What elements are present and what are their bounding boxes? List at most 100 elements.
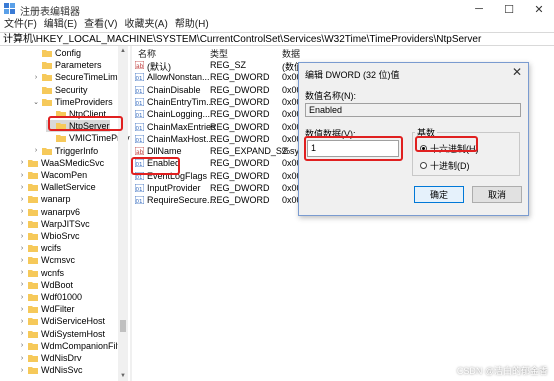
tree-item[interactable]: › wanarpv6 (18, 206, 80, 218)
expand-chevron-icon[interactable]: › (18, 269, 26, 276)
tree-item[interactable]: › WalletService (18, 181, 96, 193)
tree-item[interactable]: Security (32, 84, 88, 96)
expand-chevron-icon[interactable]: › (18, 184, 26, 191)
radio-empty-icon[interactable] (420, 162, 427, 169)
folder-icon (28, 330, 38, 338)
tree-item[interactable]: › wanarp (18, 193, 71, 205)
value-data: 0x00 (282, 121, 298, 132)
expand-chevron-icon[interactable]: › (18, 342, 26, 349)
value-row[interactable]: ab DllName REG_EXPAND_SZ %sy (134, 145, 298, 157)
tree-item[interactable]: ⌄ TimeProviders (32, 96, 113, 108)
value-row[interactable]: 01 RequireSecure...REG_DWORD 0x00 (134, 194, 298, 206)
tree-item[interactable]: › WdFilter (18, 303, 75, 315)
tree-item[interactable]: › Wcmsvc (18, 254, 75, 266)
tree-item[interactable]: › WarpJITSvc (18, 218, 90, 230)
address-bar[interactable]: 计算机\HKEY_LOCAL_MACHINE\SYSTEM\CurrentCon… (0, 32, 554, 46)
tree-item[interactable]: › WdiSystemHost (18, 328, 105, 340)
expand-chevron-icon[interactable]: › (18, 367, 26, 374)
tree-item[interactable]: › WaaSMedicSvc (18, 157, 104, 169)
expand-chevron-icon[interactable]: › (18, 318, 26, 325)
tree-item[interactable]: › WdNisSvc (18, 364, 83, 376)
menu-edit[interactable]: 编辑(E) (40, 18, 80, 32)
tree-item[interactable]: › wcifs (18, 242, 61, 254)
value-row[interactable]: 01 ChainEntryTim...REG_DWORD 0x00 (134, 96, 298, 108)
expand-chevron-icon[interactable]: › (18, 159, 26, 166)
tree-item-label: SecureTimeLimits (55, 72, 127, 83)
title-bar: 注册表编辑器 ─ ☐ ✕ (0, 0, 554, 18)
folder-icon (42, 74, 52, 82)
expand-chevron-icon[interactable]: › (18, 208, 26, 215)
expand-chevron-icon[interactable]: › (18, 245, 26, 252)
tree-item-label: WacomPen (41, 170, 88, 180)
value-name: ChainMaxEntries (147, 121, 216, 132)
pane-splitter[interactable] (130, 46, 132, 381)
expand-chevron-icon[interactable]: › (18, 196, 26, 203)
value-data: 0x00 (282, 195, 298, 206)
tree-item[interactable]: › Wdf01000 (18, 291, 82, 303)
tree-item[interactable]: › SecureTimeLimits (32, 71, 127, 83)
tree-item-label: WarpJITSvc (41, 218, 90, 229)
binary-value-icon: 01 (135, 122, 144, 131)
dialog-close-icon[interactable]: ✕ (512, 65, 522, 79)
menu-file[interactable]: 文件(F) (0, 18, 40, 32)
tree-item[interactable]: › wcnfs (18, 267, 64, 279)
value-name: ChainLogging... (147, 109, 211, 120)
expand-chevron-icon[interactable]: › (18, 257, 26, 264)
maximize-button[interactable]: ☐ (494, 0, 524, 18)
svg-text:01: 01 (136, 101, 143, 106)
scroll-up-icon[interactable]: ▲ (118, 46, 128, 56)
expand-chevron-icon[interactable]: › (18, 355, 26, 362)
expand-chevron-icon[interactable]: › (18, 281, 26, 288)
value-row[interactable]: 01 ChainDisable REG_DWORD 0x00 (134, 84, 298, 96)
expand-chevron-icon[interactable]: › (18, 294, 26, 301)
expand-chevron-icon[interactable]: › (18, 172, 26, 179)
expand-chevron-icon[interactable]: › (18, 330, 26, 337)
scrollbar-thumb[interactable] (120, 320, 126, 332)
menu-favorites[interactable]: 收藏夹(A) (120, 18, 170, 32)
tree-item[interactable]: › WdBoot (18, 279, 73, 291)
value-type: REG_SZ (210, 60, 247, 70)
value-row[interactable]: 01 ChainLogging...REG_DWORD 0x00 (134, 108, 298, 120)
tree-item[interactable]: Config (32, 47, 81, 59)
tree-item[interactable]: › WdNisDrv (18, 352, 82, 364)
expand-chevron-icon[interactable]: › (18, 233, 26, 240)
expand-chevron-icon[interactable]: › (18, 306, 26, 313)
value-row[interactable]: ab(默认)REG_SZ(数值 (134, 59, 298, 72)
folder-icon (28, 172, 38, 179)
tree-item[interactable]: › WdmCompanionFilt (18, 340, 120, 352)
value-row[interactable]: 01 ChainMaxHost...REG_DWORD 0x00 (134, 133, 298, 145)
expand-chevron-icon[interactable]: › (32, 74, 40, 81)
expand-chevron-icon[interactable]: › (18, 220, 26, 227)
menu-bar: 文件(F) 编辑(E) 查看(V) 收藏夹(A) 帮助(H) (0, 18, 554, 32)
tree-item[interactable]: › WbioSrvc (18, 230, 80, 242)
value-name-field: Enabled (305, 103, 521, 117)
tree-item[interactable]: › WacomPen (18, 169, 87, 181)
tree-item[interactable]: › WdiServiceHost (18, 315, 105, 327)
radix-dec-radio[interactable]: 十进制(D) (420, 159, 470, 172)
tree-item-label: Security (55, 84, 88, 95)
scroll-down-icon[interactable]: ▼ (118, 371, 128, 381)
ok-button[interactable]: 确定 (414, 186, 464, 203)
minimize-button[interactable]: ─ (464, 0, 494, 18)
expand-chevron-icon[interactable]: ⌄ (32, 98, 40, 106)
value-type: REG_DWORD (210, 158, 270, 169)
value-data: 0x00 (282, 170, 298, 181)
value-row[interactable]: 01 ChainMaxEntriesREG_DWORD 0x00 (134, 121, 298, 133)
tree-scrollbar[interactable]: ▲ ▼ (118, 46, 128, 381)
expand-chevron-icon[interactable]: › (32, 147, 40, 154)
cancel-button[interactable]: 取消 (472, 186, 522, 203)
value-row[interactable]: 01 AllowNonstan...REG_DWORD 0x00 (134, 71, 298, 83)
menu-help[interactable]: 帮助(H) (171, 18, 212, 32)
close-button[interactable]: ✕ (524, 0, 554, 18)
value-row[interactable]: 01 InputProvider REG_DWORD 0x00 (134, 182, 298, 194)
tree-item-label: WdmCompanionFilt (41, 340, 121, 351)
tree-item-label: Wdf01000 (41, 292, 83, 302)
tree-item-label: wanarp (41, 194, 71, 205)
svg-text:01: 01 (136, 138, 143, 143)
registry-app-icon (4, 3, 15, 14)
tree-item[interactable]: Parameters (32, 59, 102, 71)
tree-item-label: WdFilter (41, 304, 75, 315)
menu-view[interactable]: 查看(V) (80, 18, 120, 32)
tree-item[interactable]: › TriggerInfo (32, 145, 98, 157)
folder-icon (28, 245, 38, 253)
